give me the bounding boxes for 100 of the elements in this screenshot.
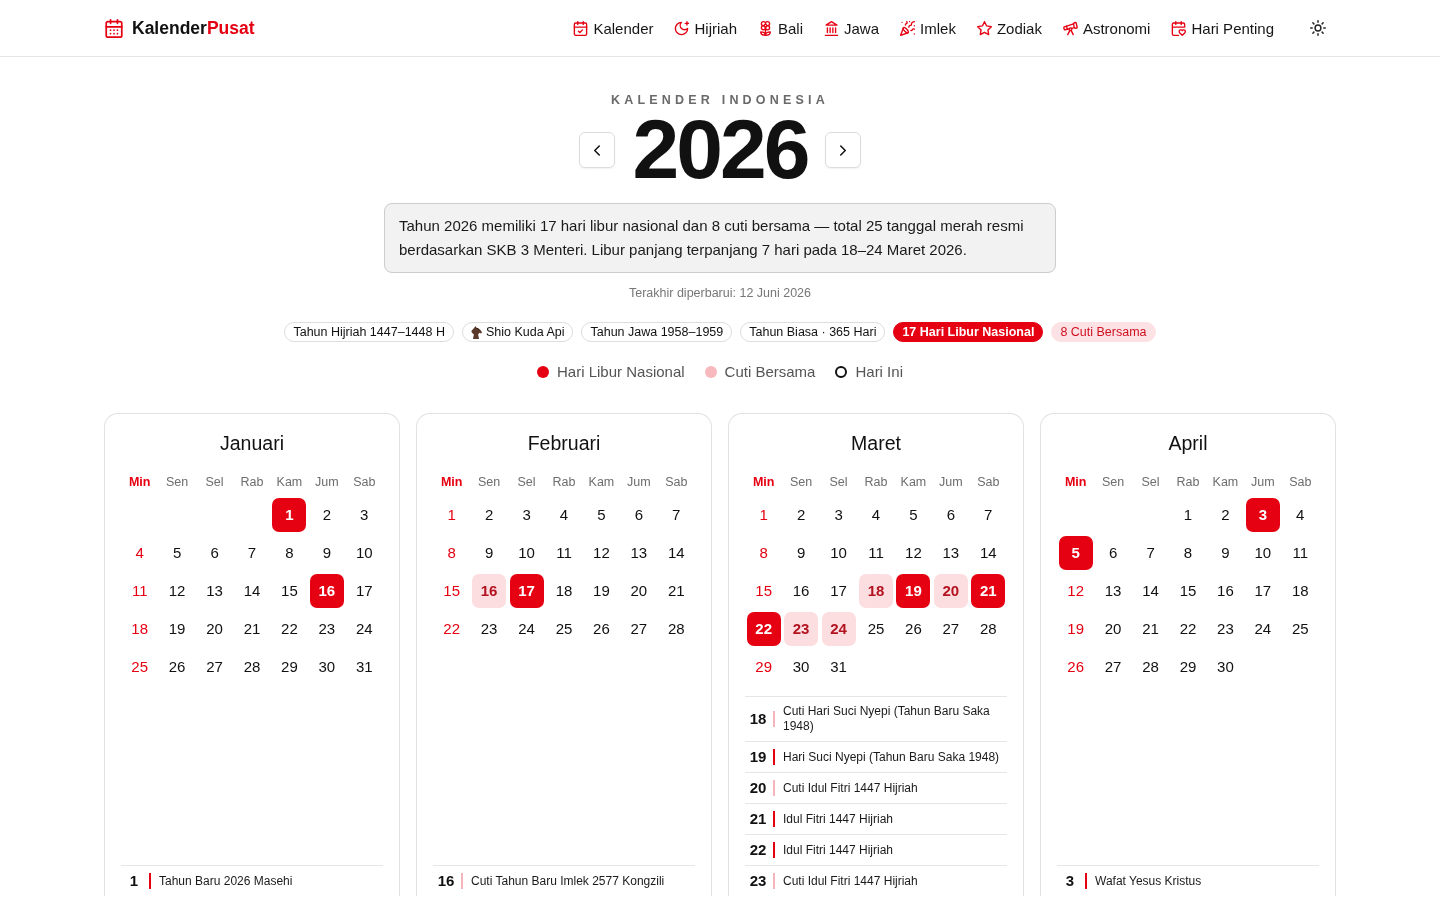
day-number: 23	[480, 620, 498, 638]
day-number: 19	[593, 582, 610, 600]
event-date: 20	[748, 780, 768, 796]
day-number: 18	[1291, 582, 1309, 600]
day-number: 1	[447, 506, 456, 524]
day-number: 25	[867, 620, 885, 638]
event-date: 3	[1064, 873, 1076, 889]
day-number: 13	[1104, 582, 1122, 600]
next-year-button[interactable]	[825, 132, 862, 168]
nav-link[interactable]: Astronomi	[1062, 19, 1151, 37]
day-number: 29	[281, 658, 298, 676]
day-number: 24	[1254, 620, 1272, 638]
previous-year-button[interactable]	[578, 132, 615, 168]
weekday-label: Sen	[1102, 474, 1125, 490]
nav-link[interactable]: Kalender	[573, 19, 654, 37]
event-title: Idul Fitri 1447 Hijriah	[783, 811, 894, 827]
day-number: 5	[597, 506, 606, 524]
calendar-check-icon	[573, 20, 589, 36]
weekday-label: Min	[752, 474, 775, 490]
marker-bar-icon	[1085, 873, 1087, 889]
weekday-label: Sen	[478, 474, 501, 490]
day-number: 5	[172, 544, 182, 562]
weekday-label: Min	[1064, 474, 1087, 490]
nav-link[interactable]: Bali	[758, 19, 803, 37]
marker-bar-icon	[773, 811, 775, 827]
day-number: 24	[355, 620, 373, 638]
nav-link[interactable]: Jawa	[824, 19, 880, 37]
chip-label: 17 Hari Libur Nasional	[902, 324, 1035, 341]
calendar-icon	[105, 18, 123, 38]
day-number: 13	[630, 544, 648, 562]
day-number: 14	[667, 544, 685, 562]
day-number: 8	[759, 544, 768, 562]
day-number: 21	[1142, 620, 1159, 638]
marker-bar-icon	[773, 749, 775, 765]
marker-bar-icon	[773, 842, 775, 858]
weekday-label: Sel	[517, 474, 536, 490]
day-number: 24	[518, 620, 535, 638]
day-number: 22	[281, 620, 298, 638]
day-number: 9	[1221, 544, 1230, 562]
weekday-label: Sen	[166, 474, 189, 490]
site-logo-link[interactable]: KalenderPusat	[105, 17, 255, 39]
day-number: 27	[1104, 658, 1122, 676]
day-number: 21	[667, 582, 685, 600]
day-number: 25	[131, 658, 149, 676]
weekday-label: Sel	[1141, 474, 1160, 490]
weekday-label: Min	[440, 474, 463, 490]
day-number: 18	[131, 620, 149, 638]
day-number: 15	[281, 582, 298, 600]
day-number: 14	[1142, 582, 1159, 600]
day-number: 13	[206, 582, 223, 600]
holiday-date: 19	[896, 574, 931, 608]
marker-bar-icon	[773, 711, 775, 727]
day-number: 11	[868, 544, 884, 562]
day-number: 12	[593, 544, 610, 562]
day-number: 12	[905, 544, 922, 562]
nav-link[interactable]: Hari Penting	[1171, 19, 1274, 37]
nav-link[interactable]: Zodiak	[976, 19, 1042, 37]
day-number: 27	[942, 620, 960, 638]
day-number: 11	[131, 582, 148, 600]
day-number: 7	[672, 506, 681, 524]
leave-date: 20	[933, 574, 968, 608]
day-number: 28	[1142, 658, 1159, 676]
day-number: 8	[1183, 544, 1193, 562]
day-number: 3	[522, 506, 531, 524]
holiday-date: 16	[309, 574, 344, 608]
nav-link[interactable]: Imlek	[900, 19, 956, 37]
day-number: 25	[1291, 620, 1309, 638]
columned-building-icon	[824, 20, 839, 36]
telescope-icon	[1062, 20, 1078, 36]
day-number: 20	[630, 582, 648, 600]
day-number: 4	[559, 506, 569, 524]
event-title: Cuti Tahun Baru Imlek 2577 Kongzili	[471, 873, 665, 889]
day-number: 10	[355, 544, 373, 562]
star-icon	[976, 20, 992, 36]
last-updated-text: Terakhir diperbarui: 12 Juni 2026	[627, 285, 813, 301]
event-title: Cuti Idul Fitri 1447 Hijriah	[783, 780, 918, 796]
weekday-label: Kam	[588, 474, 615, 490]
event-title: Cuti Hari Suci Nyepi (Tahun Baru Saka 1948)	[783, 704, 991, 734]
weekday-label: Kam	[276, 474, 303, 490]
nav-link[interactable]: Hijriah	[674, 19, 737, 37]
legend-label: Cuti Bersama	[724, 363, 816, 381]
day-number: 6	[946, 506, 955, 524]
day-number: 7	[984, 506, 993, 524]
day-number: 23	[318, 620, 336, 638]
day-number: 9	[322, 544, 331, 562]
day-number: 10	[1254, 544, 1272, 562]
day-number: 20	[206, 620, 223, 638]
day-number: 17	[355, 582, 373, 600]
day-number: 8	[285, 544, 294, 562]
day-number: 6	[210, 544, 219, 562]
weekday-label: Sab	[665, 474, 688, 490]
day-number: 28	[243, 658, 261, 676]
weekday-label: Sab	[977, 474, 1000, 490]
marker-bar-icon	[773, 780, 775, 796]
marker-bar-icon	[149, 873, 151, 889]
event-date: 21	[748, 811, 768, 827]
weekday-label: Rab	[1176, 474, 1200, 490]
month-title: Januari	[219, 431, 285, 456]
day-number: 7	[1146, 544, 1155, 562]
weekday-label: Jum	[315, 474, 339, 490]
